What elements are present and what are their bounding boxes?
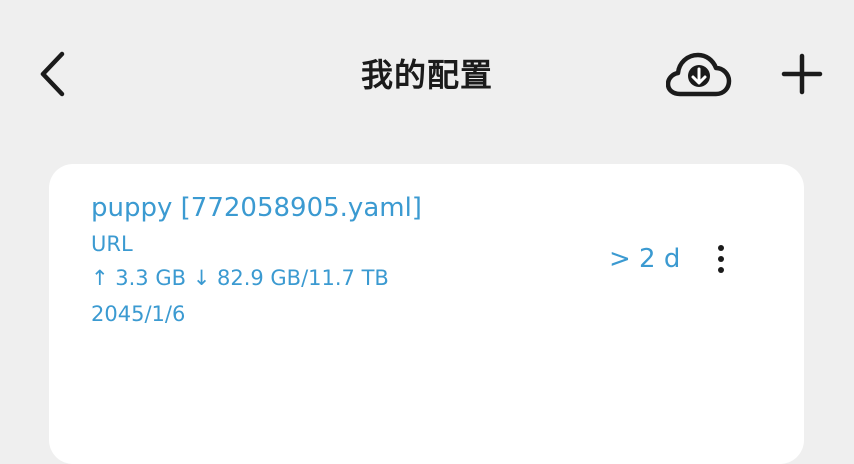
profile-type: URL [91, 232, 133, 256]
cloud-download-icon [665, 52, 732, 97]
profile-name: puppy [772058905.yaml] [91, 193, 422, 223]
profile-more-button[interactable] [711, 242, 731, 276]
profile-card[interactable]: puppy [772058905.yaml] URL ↑ 3.3 GB ↓ 82… [49, 164, 804, 464]
app-header: 我的配置 [0, 0, 854, 150]
profile-traffic: ↑ 3.3 GB ↓ 82.9 GB/11.7 TB [91, 266, 389, 290]
plus-icon [781, 53, 823, 95]
cloud-download-button[interactable] [665, 52, 732, 98]
profile-expire-date: 2045/1/6 [91, 302, 186, 326]
add-profile-button[interactable] [780, 52, 824, 96]
profile-remaining-time: > 2 d [609, 244, 681, 274]
